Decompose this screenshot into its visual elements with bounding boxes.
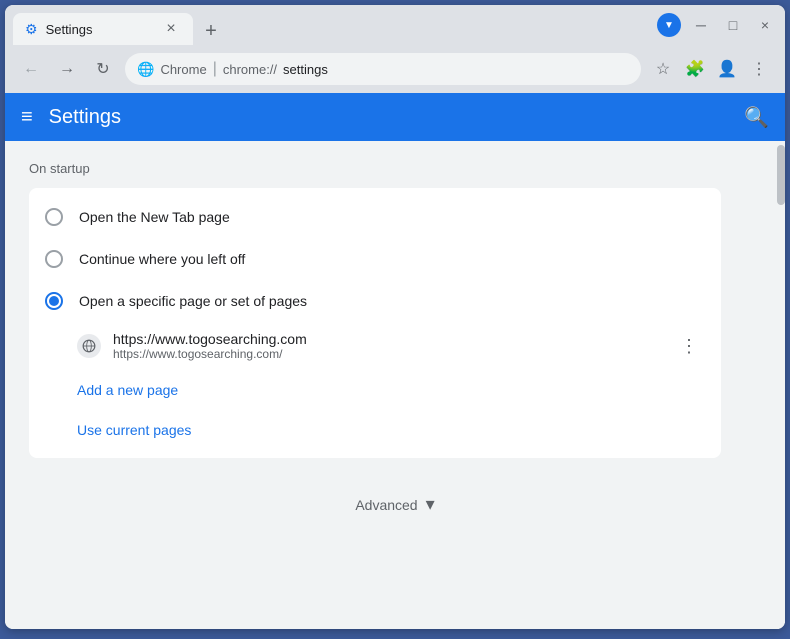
tab-settings-icon: ⚙ bbox=[25, 21, 38, 38]
startup-options-card: Open the New Tab page Continue where you… bbox=[29, 188, 721, 458]
title-bar: ⚙ Settings × + ▼ ─ □ × bbox=[5, 5, 785, 45]
startup-option-continue[interactable]: Continue where you left off bbox=[29, 238, 721, 280]
extensions-button[interactable]: 🧩 bbox=[681, 55, 709, 83]
advanced-chevron-icon[interactable]: ▾ bbox=[426, 494, 435, 515]
url-bar[interactable]: 🌐 Chrome | chrome:// settings bbox=[125, 53, 641, 85]
url-text-block: https://www.togosearching.com https://ww… bbox=[113, 331, 661, 361]
forward-button[interactable]: → bbox=[53, 55, 81, 83]
add-new-page-link[interactable]: Add a new page bbox=[29, 370, 721, 410]
tab-close-button[interactable]: × bbox=[161, 19, 181, 39]
settings-search-button[interactable]: 🔍 bbox=[744, 105, 769, 130]
scrollbar-thumb[interactable] bbox=[777, 145, 785, 205]
radio-continue[interactable] bbox=[45, 250, 63, 268]
use-current-pages-link[interactable]: Use current pages bbox=[29, 410, 721, 450]
advanced-footer: Advanced ▾ bbox=[5, 478, 785, 531]
bookmark-button[interactable]: ☆ bbox=[649, 55, 677, 83]
address-bar: ← → ↻ 🌐 Chrome | chrome:// settings ☆ 🧩 … bbox=[5, 45, 785, 93]
startup-option-specific[interactable]: Open a specific page or set of pages bbox=[29, 280, 721, 322]
url-site-icon: 🌐 bbox=[137, 61, 154, 78]
url-scheme-text: chrome:// bbox=[223, 62, 277, 77]
startup-option-new-tab-label: Open the New Tab page bbox=[79, 209, 230, 225]
tab-area: ⚙ Settings × + bbox=[13, 5, 657, 45]
profile-dropdown-icon: ▼ bbox=[664, 20, 674, 31]
window-close-button[interactable]: × bbox=[753, 13, 777, 37]
account-button[interactable]: 👤 bbox=[713, 55, 741, 83]
content-area: On startup Open the New Tab page Continu… bbox=[5, 141, 745, 478]
browser-window: ⚙ Settings × + ▼ ─ □ × ← → ↻ 🌐 Chrome | … bbox=[5, 5, 785, 629]
radio-selected-dot bbox=[49, 296, 59, 306]
on-startup-section-label: On startup bbox=[29, 161, 721, 176]
hamburger-menu-icon[interactable]: ≡ bbox=[21, 106, 33, 129]
url-divider: | bbox=[213, 60, 217, 78]
reload-button[interactable]: ↻ bbox=[89, 55, 117, 83]
profile-dropdown-button[interactable]: ▼ bbox=[657, 13, 681, 37]
window-controls: ▼ ─ □ × bbox=[657, 13, 777, 37]
maximize-button[interactable]: □ bbox=[721, 13, 745, 37]
back-button[interactable]: ← bbox=[17, 55, 45, 83]
startup-option-new-tab[interactable]: Open the New Tab page bbox=[29, 196, 721, 238]
startup-option-specific-label: Open a specific page or set of pages bbox=[79, 293, 307, 309]
startup-url-main: https://www.togosearching.com bbox=[113, 331, 661, 347]
url-site-name: Chrome bbox=[160, 62, 206, 77]
startup-url-sub: https://www.togosearching.com/ bbox=[113, 347, 661, 361]
active-tab[interactable]: ⚙ Settings × bbox=[13, 13, 193, 45]
radio-new-tab[interactable] bbox=[45, 208, 63, 226]
settings-header: ≡ Settings 🔍 bbox=[5, 93, 785, 141]
radio-specific[interactable] bbox=[45, 292, 63, 310]
address-actions: ☆ 🧩 👤 ⋮ bbox=[649, 55, 773, 83]
url-path-text: settings bbox=[283, 62, 328, 77]
page-content: PC On startup Open the New Tab page Cont… bbox=[5, 141, 785, 629]
startup-url-entry: https://www.togosearching.com https://ww… bbox=[29, 322, 721, 370]
advanced-link[interactable]: Advanced bbox=[355, 497, 417, 513]
settings-page-title: Settings bbox=[49, 106, 728, 129]
startup-option-continue-label: Continue where you left off bbox=[79, 251, 245, 267]
globe-icon bbox=[82, 339, 96, 353]
new-tab-button[interactable]: + bbox=[197, 17, 225, 45]
scrollbar-track[interactable] bbox=[777, 141, 785, 629]
url-more-button[interactable]: ⋮ bbox=[673, 330, 705, 362]
url-favicon-icon bbox=[77, 334, 101, 358]
browser-menu-button[interactable]: ⋮ bbox=[745, 55, 773, 83]
minimize-button[interactable]: ─ bbox=[689, 13, 713, 37]
tab-settings-title: Settings bbox=[46, 22, 153, 37]
